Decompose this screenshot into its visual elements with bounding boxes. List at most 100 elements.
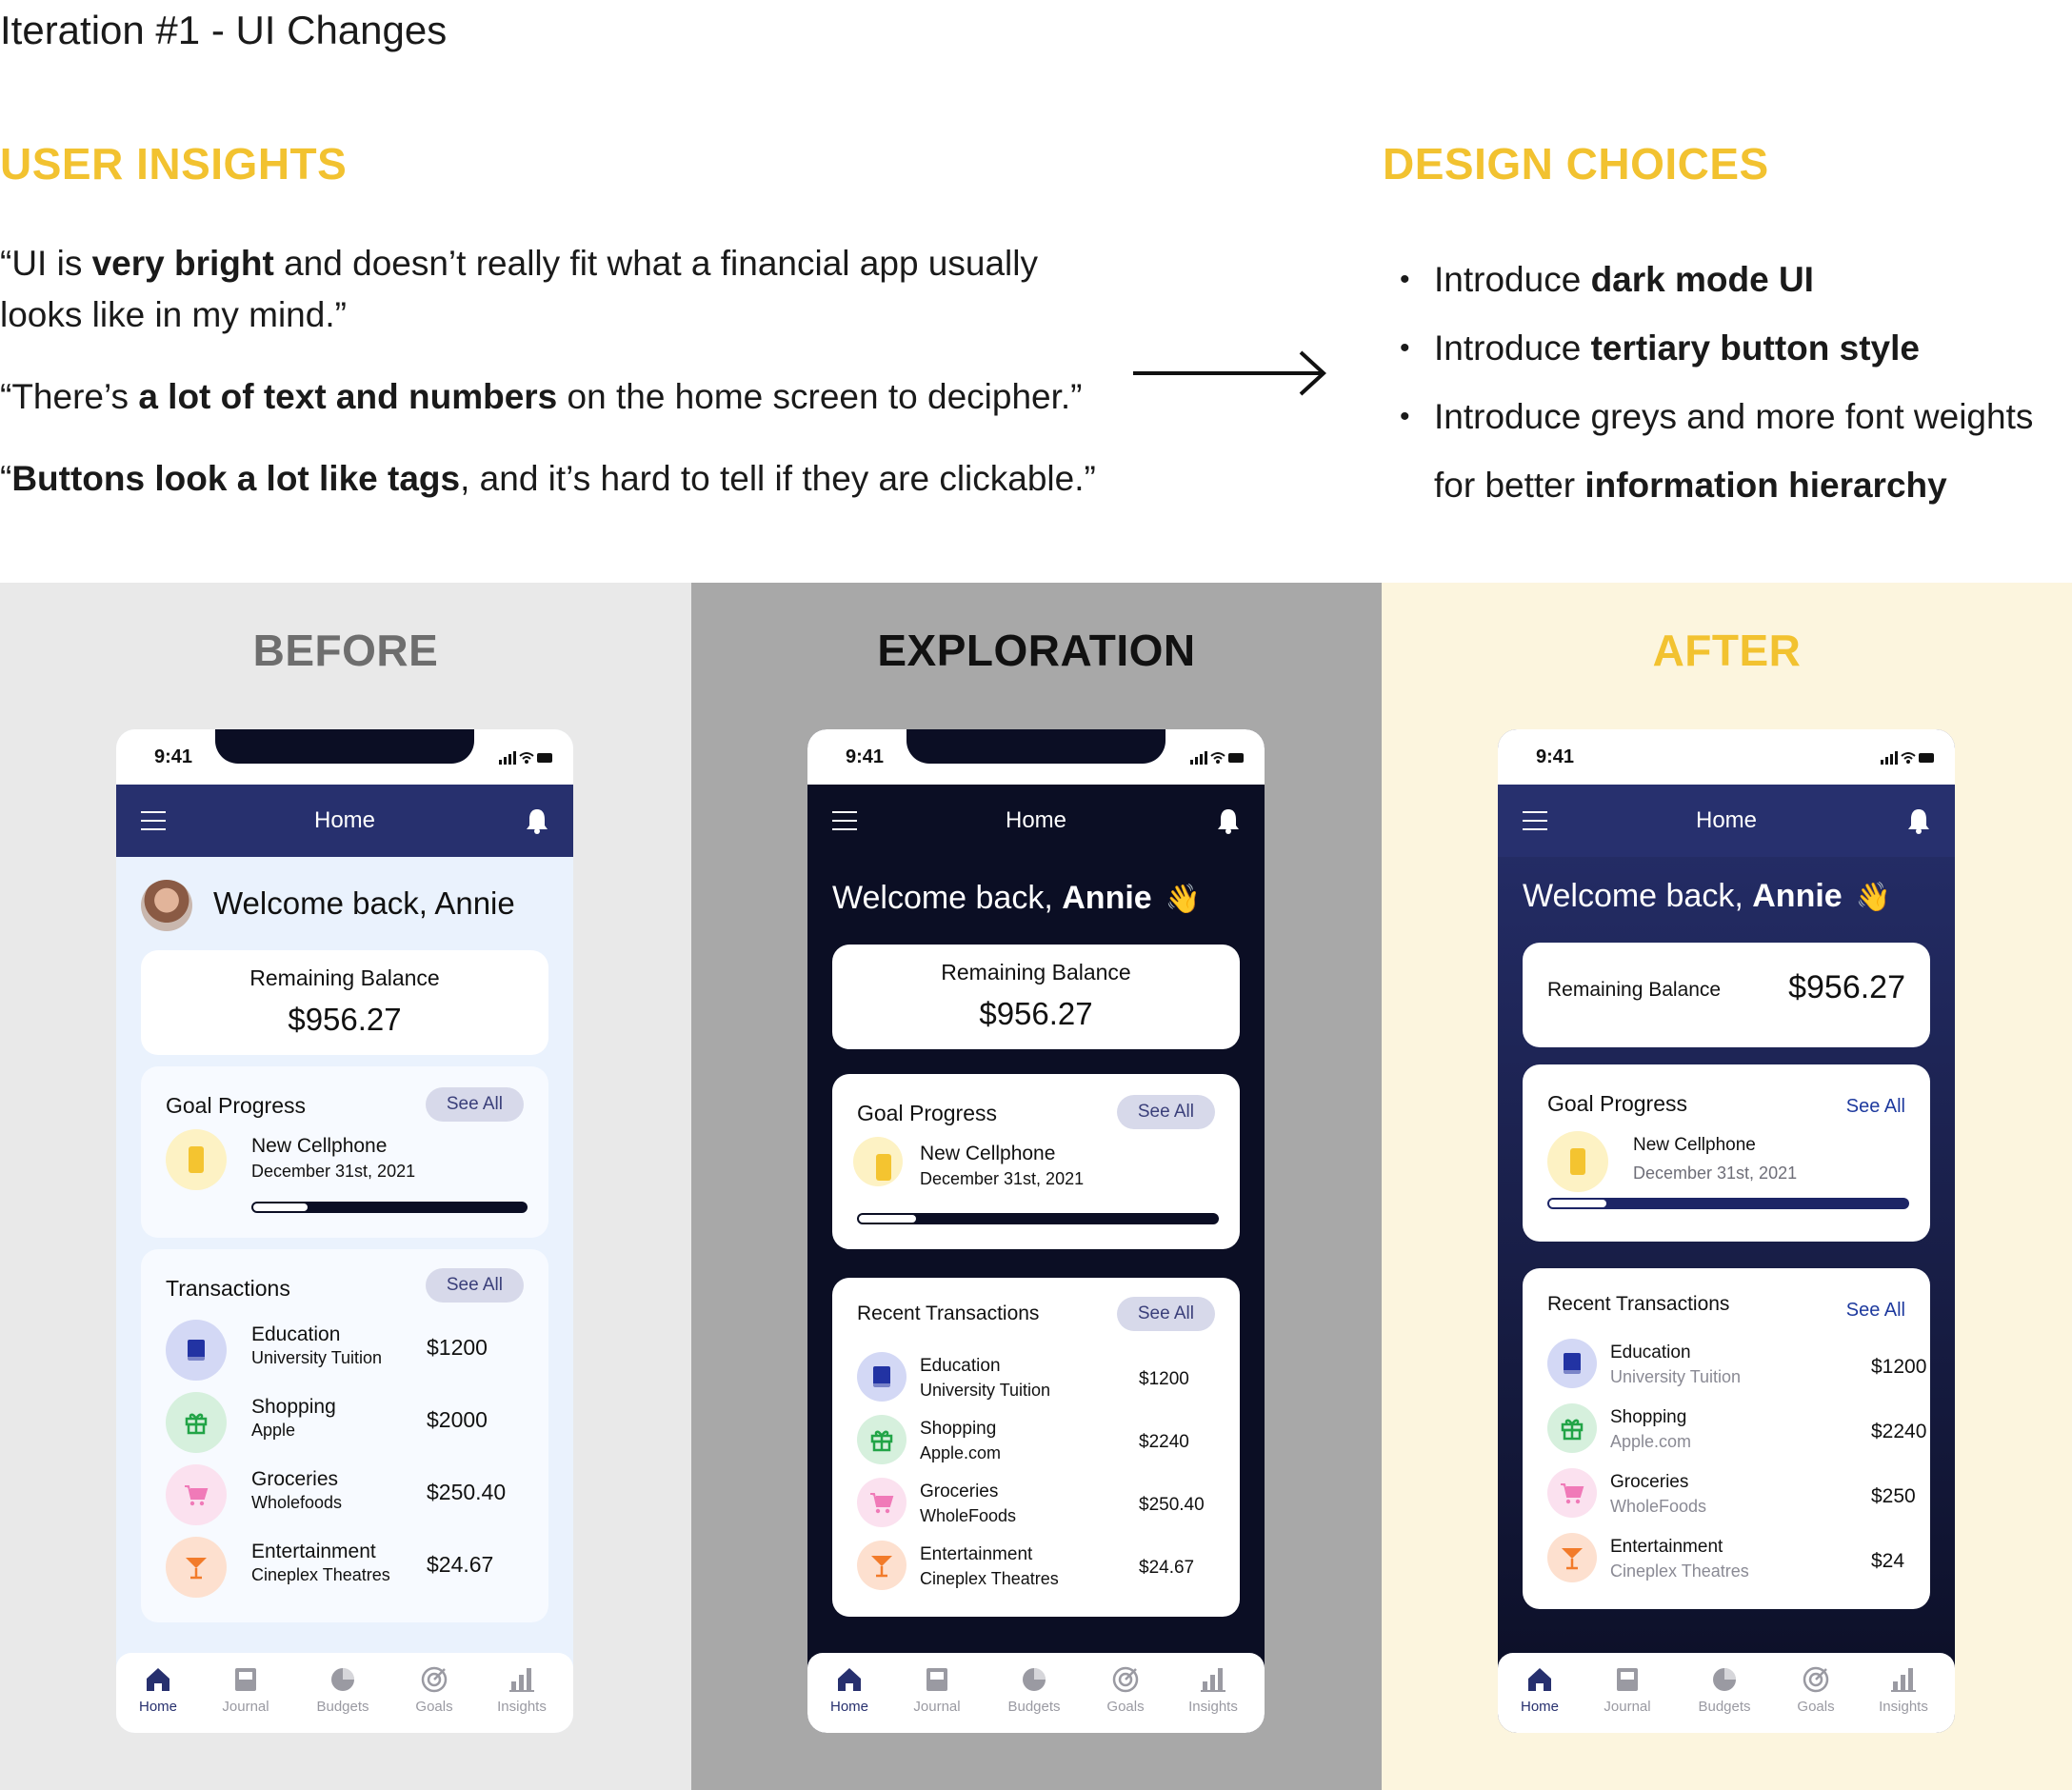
transaction-category: Entertainment [251, 1541, 376, 1562]
transaction-row[interactable]: Groceries WholeFoods $250.40 [857, 1478, 1219, 1546]
quote-emphasis: Buttons look a lot like tags [11, 459, 461, 498]
cart-icon [857, 1478, 906, 1527]
goal-date: December 31st, 2021 [920, 1169, 1085, 1188]
arrow-right-icon [1133, 350, 1326, 396]
transaction-amount: $250 [1871, 1485, 1916, 1507]
journal-icon [899, 1664, 975, 1695]
transaction-row[interactable]: Entertainment Cineplex Theatres $24.67 [857, 1541, 1219, 1609]
balance-card[interactable]: Remaining Balance $956.27 [1523, 943, 1930, 1047]
goal-progress-fill [253, 1203, 308, 1211]
transaction-row[interactable]: Shopping Apple $2000 [166, 1392, 528, 1461]
tab-label: Goals [1106, 1699, 1145, 1715]
tab-journal[interactable]: Journal [208, 1664, 284, 1715]
tab-budgets[interactable]: Budgets [305, 1664, 381, 1715]
tab-journal[interactable]: Journal [1589, 1664, 1665, 1715]
transactions-see-all-button[interactable]: See All [425, 1268, 524, 1303]
transaction-row[interactable]: Groceries Wholefoods $250.40 [166, 1464, 528, 1533]
transaction-amount: $24 [1871, 1550, 1905, 1572]
transaction-row[interactable]: Entertainment Cineplex Theatres $24.67 [166, 1537, 528, 1605]
tab-journal[interactable]: Journal [899, 1664, 975, 1715]
transaction-row[interactable]: Entertainment Cineplex Theatres $24 [1547, 1533, 1909, 1601]
tab-budgets[interactable]: Budgets [996, 1664, 1072, 1715]
status-time: 9:41 [1536, 746, 1575, 767]
transactions-card: Recent Transactions See All Education Unive… [1523, 1268, 1930, 1609]
bell-icon[interactable] [1217, 807, 1240, 839]
transaction-amount: $24.67 [1139, 1558, 1195, 1578]
transaction-row[interactable]: Education University Tuition $1200 [857, 1352, 1219, 1421]
transactions-see-all-button[interactable]: See All [1116, 1297, 1215, 1331]
transaction-row[interactable]: Education University Tuition $1200 [1547, 1339, 1926, 1407]
transaction-amount: $2240 [1871, 1421, 1927, 1442]
tab-goals[interactable]: Goals [396, 1664, 472, 1715]
balance-card[interactable]: Remaining Balance $956.27 [141, 950, 548, 1055]
design-choices-heading: DESIGN CHOICES [1383, 139, 1769, 189]
transaction-category: Entertainment [920, 1544, 1033, 1564]
transaction-category: Shopping [920, 1419, 997, 1439]
transaction-amount: $1200 [427, 1335, 488, 1360]
transaction-category: Shopping [1610, 1407, 1687, 1427]
transactions-card: Transactions See All Education University T… [141, 1249, 548, 1622]
phone-mockup: 9:41 Home Welcome back, Annie Remaining Bal… [116, 729, 573, 1733]
balance-label: Remaining Balance [249, 965, 440, 990]
choice-text: Introduce [1434, 260, 1591, 299]
gift-icon [166, 1392, 227, 1453]
tab-insights[interactable]: Insights [484, 1664, 560, 1715]
welcome-message: Welcome back, Annie 👋 [1523, 878, 1891, 915]
cocktail-icon [1547, 1533, 1597, 1582]
transaction-row[interactable]: Shopping Apple.com $2240 [1547, 1403, 1926, 1472]
goal-date: December 31st, 2021 [1633, 1164, 1798, 1183]
design-choice-item: • Introduce greys and more font weights f… [1400, 383, 2066, 520]
design-choice-item: • Introduce dark mode UI [1400, 246, 2066, 314]
bell-icon[interactable] [526, 807, 548, 839]
transaction-row[interactable]: Groceries WholeFoods $250 [1547, 1468, 1916, 1537]
tab-label: Journal [1604, 1699, 1651, 1715]
choice-emphasis: tertiary button style [1590, 328, 1920, 368]
goals-icon [1087, 1664, 1164, 1695]
transaction-category: Shopping [251, 1396, 336, 1418]
transaction-amount: $24.67 [427, 1552, 494, 1577]
goal-see-all-button[interactable]: See All [1116, 1095, 1215, 1129]
choice-emphasis: information hierarchy [1584, 466, 1947, 505]
tab-label: Budgets [1698, 1699, 1751, 1715]
phone-icon [853, 1137, 903, 1186]
bottom-tab-bar: Home Journal Budgets Goals Insights [116, 1653, 573, 1733]
transaction-category: Education [1610, 1342, 1691, 1362]
tab-goals[interactable]: Goals [1087, 1664, 1164, 1715]
device-notch [906, 729, 1166, 764]
tab-insights[interactable]: Insights [1175, 1664, 1251, 1715]
goal-progress-card: Goal Progress See All New Cellphone Decembe… [832, 1074, 1240, 1249]
transactions-see-all-button[interactable]: See All [1846, 1293, 1905, 1327]
transaction-row[interactable]: Shopping Apple.com $2240 [857, 1415, 1219, 1483]
transaction-category: Education [920, 1356, 1001, 1376]
goal-see-all-button[interactable]: See All [1846, 1089, 1905, 1124]
transaction-detail: Wholefoods [251, 1493, 343, 1512]
balance-label: Remaining Balance [941, 960, 1131, 984]
bullet-icon: • [1400, 264, 1410, 295]
insights-icon [1175, 1664, 1251, 1695]
balance-card[interactable]: Remaining Balance $956.27 [832, 945, 1240, 1049]
status-bar: 9:41 [116, 729, 573, 785]
bullet-icon: • [1400, 401, 1410, 432]
avatar[interactable] [141, 880, 192, 931]
budgets-icon [1686, 1664, 1763, 1695]
panel-after: AFTER 9:41 Home Welcome back, Annie 👋 Remaini… [1382, 583, 2072, 1790]
quote-emphasis: a lot of text and numbers [138, 377, 558, 416]
insight-quote: “There’s a lot of text and numbers on th… [0, 371, 1114, 423]
transaction-category: Entertainment [1610, 1537, 1723, 1557]
quote-text: , and it’s hard to tell if they are clic… [460, 459, 1096, 498]
tab-home[interactable]: Home [1502, 1664, 1578, 1715]
tab-goals[interactable]: Goals [1778, 1664, 1854, 1715]
tab-insights[interactable]: Insights [1865, 1664, 1942, 1715]
app-bar-title: Home [313, 807, 376, 833]
tab-home[interactable]: Home [120, 1664, 196, 1715]
transaction-row[interactable]: Education University Tuition $1200 [166, 1320, 528, 1388]
tab-budgets[interactable]: Budgets [1686, 1664, 1763, 1715]
goal-see-all-button[interactable]: See All [425, 1087, 524, 1122]
bell-icon[interactable] [1907, 807, 1930, 839]
transaction-category: Groceries [1610, 1472, 1689, 1492]
tab-home[interactable]: Home [811, 1664, 887, 1715]
transaction-amount: $1200 [1139, 1369, 1189, 1389]
transaction-detail: Cineplex Theatres [251, 1565, 390, 1584]
transaction-amount: $1200 [1871, 1356, 1927, 1378]
transaction-detail: University Tuition [251, 1348, 383, 1367]
